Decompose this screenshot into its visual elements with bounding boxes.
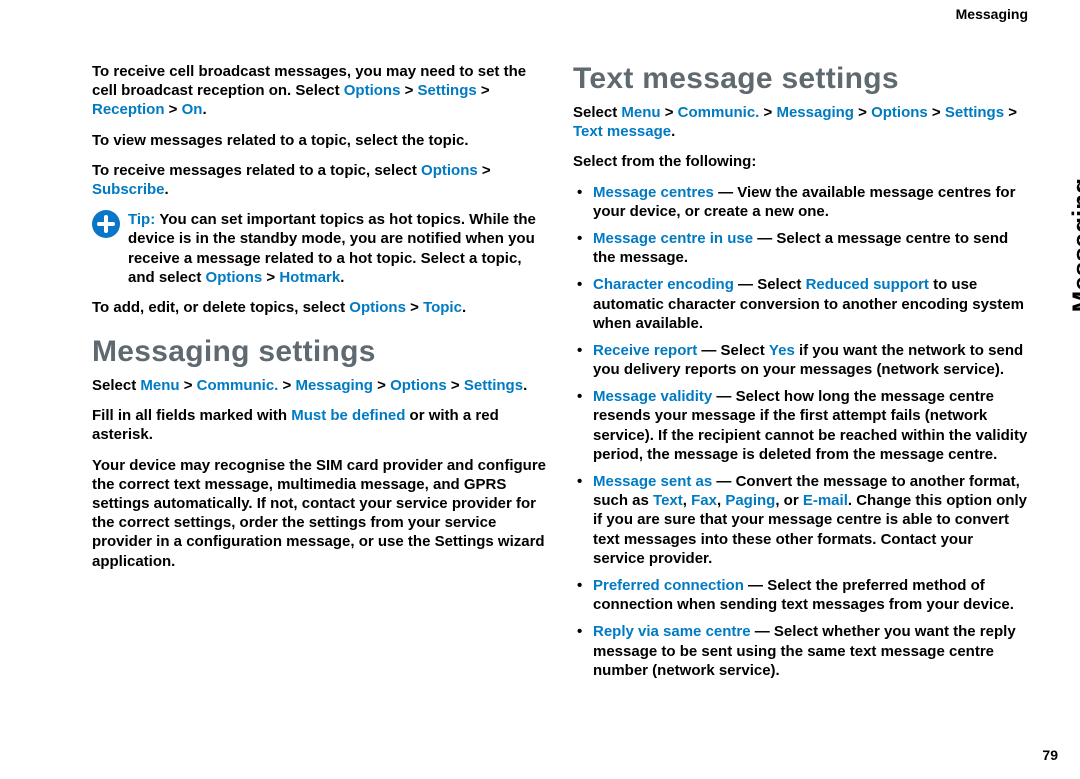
running-head: Messaging (956, 6, 1028, 22)
intro-para-2: To view messages related to a topic, sel… (92, 131, 547, 150)
list-item: Receive report — Select Yes if you want … (573, 341, 1028, 379)
page-number: 79 (1042, 747, 1058, 763)
msgset-path: Select Menu > Communic. > Messaging > Op… (92, 376, 547, 395)
list-item: Message validity — Select how long the m… (573, 387, 1028, 464)
manual-page: Messaging Messaging 79 To receive cell b… (0, 0, 1080, 779)
tip-text: Tip: You can set important topics as hot… (128, 210, 547, 287)
list-item: Message centre in use — Select a message… (573, 229, 1028, 267)
body-columns: To receive cell broadcast messages, you … (92, 62, 1028, 742)
intro-para-1: To receive cell broadcast messages, you … (92, 62, 547, 120)
side-tab: Messaging (1038, 30, 1070, 200)
tip-block: Tip: You can set important topics as hot… (92, 210, 547, 287)
side-tab-label: Messaging (1066, 178, 1080, 312)
txtset-path: Select Menu > Communic. > Messaging > Op… (573, 103, 1028, 141)
list-item: Message centres — View the available mes… (573, 183, 1028, 221)
heading-text-message-settings: Text message settings (573, 62, 1028, 95)
list-item: Preferred connection — Select the prefer… (573, 576, 1028, 614)
txtset-options-list: Message centres — View the available mes… (573, 183, 1028, 680)
intro-para-5: To add, edit, or delete topics, select O… (92, 298, 547, 317)
plus-icon (92, 210, 120, 238)
list-item: Message sent as — Convert the message to… (573, 472, 1028, 568)
msgset-para-2: Fill in all fields marked with Must be d… (92, 406, 547, 444)
intro-para-3: To receive messages related to a topic, … (92, 161, 547, 199)
heading-messaging-settings: Messaging settings (92, 335, 547, 368)
list-item: Character encoding — Select Reduced supp… (573, 275, 1028, 333)
txtset-intro: Select from the following: (573, 152, 1028, 171)
list-item: Reply via same centre — Select whether y… (573, 622, 1028, 680)
msgset-para-3: Your device may recognise the SIM card p… (92, 456, 547, 571)
